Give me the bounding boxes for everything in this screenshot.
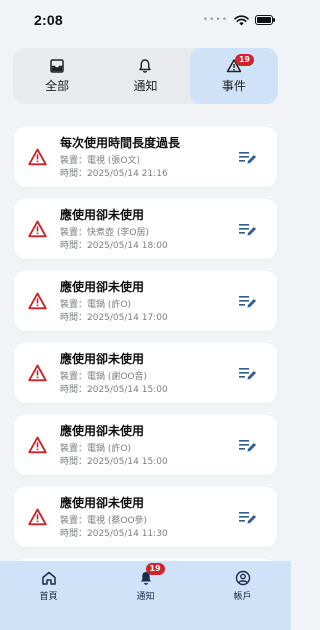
event-title: 應使用卻未使用 [60, 208, 145, 222]
event-card[interactable]: 應使用卻未使用 裝置：快煮壺 (李O居) 時間：2025/05/14 18:00 [14, 199, 277, 259]
event-time: 時間：2025/05/14 15:00 [60, 385, 168, 395]
event-time: 時間：2025/05/14 21:16 [60, 169, 168, 179]
warning-triangle-icon [28, 220, 47, 238]
event-title: 應使用卻未使用 [60, 496, 145, 510]
nav-account-label: 帳戶 [233, 592, 252, 602]
status-bar: 2:08 •••• [0, 0, 291, 40]
event-time: 時間：2025/05/14 11:30 [60, 529, 168, 539]
tab-notifications[interactable]: 通知 [101, 48, 189, 104]
status-time: 2:08 [34, 12, 63, 28]
signal-dots-icon: •••• [202, 15, 228, 25]
event-card[interactable]: 應使用卻未使用 裝置：電鍋 (許O) 時間：2025/05/14 17:00 [14, 271, 277, 331]
edit-note-icon[interactable] [239, 510, 257, 525]
warning-triangle-icon [28, 436, 47, 454]
event-card[interactable]: 每次使用時間長度過長 裝置：電視 (張O文) 時間：2025/05/14 21:… [14, 127, 277, 187]
battery-icon [255, 15, 275, 25]
tab-events[interactable]: 19 事件 [189, 48, 278, 104]
status-icons: •••• [202, 14, 275, 26]
edit-note-icon[interactable] [239, 438, 257, 453]
event-list: 每次使用時間長度過長 裝置：電視 (張O文) 時間：2025/05/14 21:… [14, 127, 277, 630]
nav-home[interactable]: 首頁 [0, 561, 97, 630]
tab-all[interactable]: 全部 [13, 48, 101, 104]
event-title: 應使用卻未使用 [60, 424, 145, 438]
tab-all-label: 全部 [45, 79, 70, 93]
inbox-icon [50, 59, 64, 73]
event-device: 裝置：快煮壺 (李O居) [60, 228, 149, 238]
event-device: 裝置：電視 (張O文) [60, 156, 140, 166]
nav-notifications-label: 通知 [136, 592, 155, 602]
event-title: 應使用卻未使用 [60, 280, 145, 294]
warning-triangle-icon [28, 364, 47, 382]
warning-triangle-icon [28, 508, 47, 526]
bell-icon [139, 59, 152, 73]
nav-account[interactable]: 帳戶 [194, 561, 291, 630]
event-time: 時間：2025/05/14 15:00 [60, 457, 168, 467]
wifi-icon [234, 14, 249, 25]
nav-home-label: 首頁 [39, 592, 58, 602]
tab-events-label: 事件 [221, 79, 246, 93]
notifications-count-badge: 19 [145, 563, 165, 575]
account-icon [235, 570, 250, 586]
event-device: 裝置：電鍋 (許O) [60, 444, 131, 454]
event-device: 裝置：電鍋 (許O) [60, 300, 131, 310]
event-card[interactable]: 應使用卻未使用 裝置：電鍋 (許O) 時間：2025/05/14 15:00 [14, 415, 277, 475]
event-device: 裝置：電鍋 (謝OO音) [60, 372, 148, 382]
event-card[interactable]: 應使用卻未使用 裝置：電鍋 (謝OO音) 時間：2025/05/14 15:00 [14, 343, 277, 403]
tab-notifications-label: 通知 [133, 79, 158, 93]
event-filter-tabs: 全部 通知 19 事件 [13, 48, 278, 104]
edit-note-icon[interactable] [239, 294, 257, 309]
edit-note-icon[interactable] [239, 150, 257, 165]
event-title: 每次使用時間長度過長 [60, 136, 181, 150]
events-count-badge: 19 [234, 54, 254, 66]
warning-triangle-icon [28, 292, 47, 310]
bottom-nav: 首頁 19 通知 帳戶 [0, 561, 291, 630]
event-time: 時間：2025/05/14 17:00 [60, 313, 168, 323]
warning-triangle-icon [28, 148, 47, 166]
edit-note-icon[interactable] [239, 366, 257, 381]
event-device: 裝置：電視 (蔡OO參) [60, 516, 148, 526]
home-icon [41, 571, 56, 585]
nav-notifications[interactable]: 19 通知 [97, 561, 194, 630]
edit-note-icon[interactable] [239, 222, 257, 237]
event-title: 應使用卻未使用 [60, 352, 145, 366]
event-time: 時間：2025/05/14 18:00 [60, 241, 168, 251]
event-card[interactable]: 應使用卻未使用 裝置：電視 (蔡OO參) 時間：2025/05/14 11:30 [14, 487, 277, 547]
